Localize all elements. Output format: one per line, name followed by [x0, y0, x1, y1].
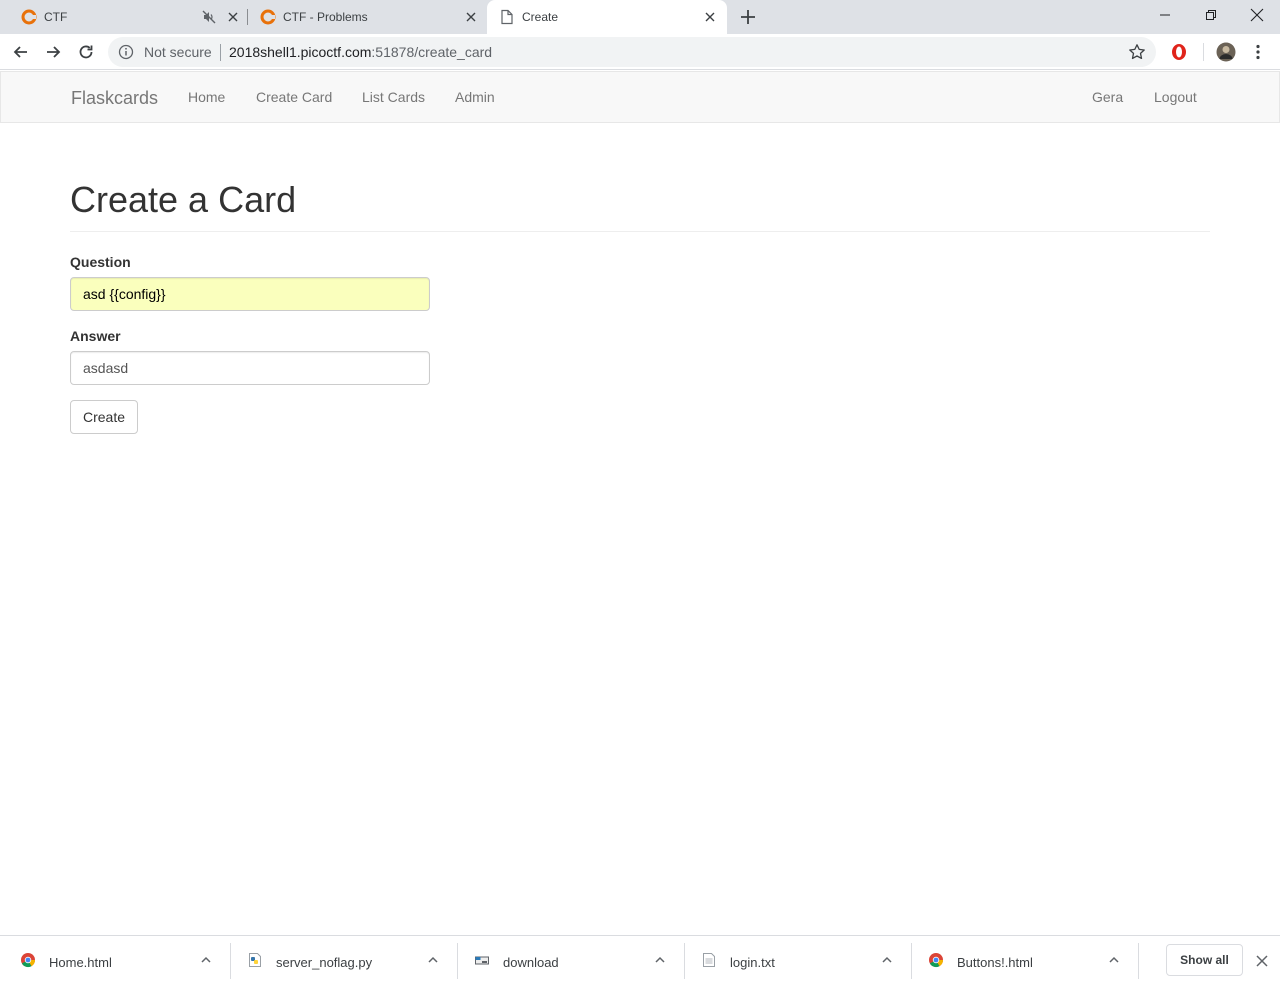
- download-item[interactable]: Home.html: [0, 936, 227, 984]
- chrome-icon: [929, 953, 944, 968]
- restore-icon: [1206, 10, 1216, 20]
- download-item[interactable]: Buttons!.html: [908, 936, 1135, 984]
- nav-link-create-card[interactable]: Create Card: [256, 89, 332, 105]
- address-bar[interactable]: Not secure 2018shell1.picoctf.com:51878/…: [108, 37, 1156, 67]
- nav-link-admin[interactable]: Admin: [455, 89, 495, 105]
- minimize-icon: [1160, 14, 1170, 16]
- answer-label: Answer: [70, 328, 121, 344]
- close-icon: [228, 12, 238, 22]
- nav-link-home[interactable]: Home: [188, 89, 225, 105]
- chevron-up-icon[interactable]: [880, 953, 894, 967]
- url-text[interactable]: 2018shell1.picoctf.com:51878/create_card: [229, 44, 492, 60]
- close-icon: [1250, 8, 1264, 22]
- chevron-up-icon[interactable]: [426, 953, 440, 967]
- bookmark-star-icon[interactable]: [1128, 43, 1146, 61]
- text-file-icon: [703, 953, 715, 967]
- tab-ctf-problems[interactable]: CTF - Problems: [248, 0, 486, 34]
- tab-title: CTF: [44, 10, 68, 24]
- file-icon: [475, 956, 489, 965]
- nav-link-logout[interactable]: Logout: [1154, 89, 1197, 105]
- download-name: download: [503, 955, 559, 970]
- download-name: login.txt: [730, 955, 775, 970]
- close-icon: [705, 12, 715, 22]
- opera-extension-icon[interactable]: [1169, 42, 1189, 62]
- tab-strip: CTF CTF - Problems Create: [0, 0, 1280, 34]
- page-icon: [501, 9, 513, 25]
- create-button[interactable]: Create: [70, 400, 138, 434]
- picoctf-logo-icon: [260, 9, 276, 25]
- question-input[interactable]: [70, 277, 430, 311]
- download-item[interactable]: login.txt: [681, 936, 908, 984]
- profile-avatar-icon[interactable]: [1216, 42, 1236, 62]
- window-close-button[interactable]: [1234, 0, 1280, 30]
- tab-title: Create: [522, 10, 559, 24]
- tab-close-button[interactable]: [702, 9, 718, 25]
- back-arrow-icon[interactable]: [11, 42, 31, 62]
- more-menu-icon[interactable]: [1248, 42, 1268, 62]
- restore-button[interactable]: [1188, 0, 1234, 30]
- answer-input[interactable]: [70, 351, 430, 385]
- tab-close-button[interactable]: [225, 9, 241, 25]
- tab-ctf[interactable]: CTF: [0, 0, 246, 34]
- download-item[interactable]: server_noflag.py: [227, 936, 454, 984]
- nav-link-user[interactable]: Gera: [1092, 89, 1123, 105]
- tab-create[interactable]: Create: [487, 0, 727, 34]
- forward-arrow-icon[interactable]: [43, 42, 63, 62]
- python-file-icon: [249, 953, 261, 967]
- reload-icon[interactable]: [76, 42, 96, 62]
- download-name: server_noflag.py: [276, 955, 373, 970]
- new-tab-plus-icon[interactable]: [738, 7, 758, 27]
- info-icon[interactable]: [118, 44, 134, 60]
- download-separator: [1138, 943, 1139, 979]
- download-name: Home.html: [49, 955, 112, 970]
- download-shelf: Home.html server_noflag.py download logi…: [0, 935, 1280, 984]
- title-divider: [70, 231, 1210, 232]
- close-icon: [466, 12, 476, 22]
- question-label: Question: [70, 254, 131, 270]
- address-divider: [220, 44, 221, 61]
- url-path: :51878/create_card: [371, 44, 493, 60]
- tab-title: CTF - Problems: [283, 10, 368, 24]
- site-navbar: Flaskcards Home Create Card List Cards A…: [0, 71, 1280, 123]
- muted-speaker-icon[interactable]: [202, 10, 216, 24]
- close-icon[interactable]: [1254, 953, 1270, 969]
- navbar-brand[interactable]: Flaskcards: [71, 88, 158, 109]
- minimize-button[interactable]: [1142, 0, 1188, 30]
- security-status[interactable]: Not secure: [144, 44, 212, 60]
- download-name: Buttons!.html: [957, 955, 1033, 970]
- download-item[interactable]: download: [454, 936, 681, 984]
- page-title: Create a Card: [70, 179, 297, 220]
- tab-close-button[interactable]: [463, 9, 479, 25]
- nav-link-list-cards[interactable]: List Cards: [362, 89, 425, 105]
- toolbar-separator: [1203, 43, 1204, 61]
- url-host: 2018shell1.picoctf.com: [229, 44, 372, 60]
- picoctf-logo-icon: [21, 9, 37, 25]
- chevron-up-icon[interactable]: [653, 953, 667, 967]
- chevron-up-icon[interactable]: [199, 953, 213, 967]
- chrome-icon: [21, 953, 36, 968]
- show-all-downloads-button[interactable]: Show all: [1166, 944, 1243, 976]
- chevron-up-icon[interactable]: [1107, 953, 1121, 967]
- browser-toolbar: Not secure 2018shell1.picoctf.com:51878/…: [0, 34, 1280, 70]
